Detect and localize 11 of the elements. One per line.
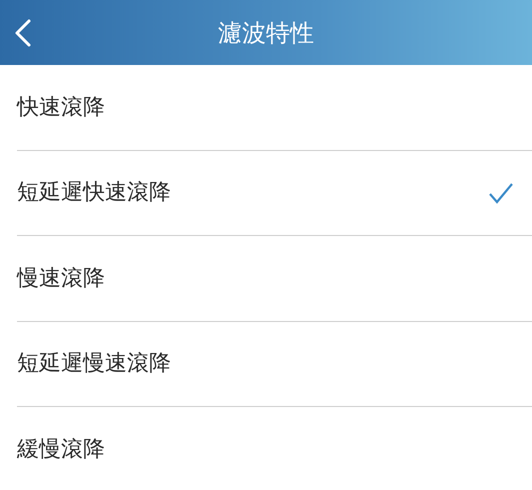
option-label: 慢速滾降 xyxy=(17,264,105,293)
option-row[interactable]: 短延遲慢速滾降 xyxy=(17,322,532,407)
option-row[interactable]: 短延遲快速滾降 xyxy=(17,150,532,236)
option-label: 緩慢滾降 xyxy=(17,436,105,464)
option-label: 快速滾降 xyxy=(17,94,105,122)
option-label: 短延遲慢速滾降 xyxy=(17,350,171,378)
option-row[interactable]: 慢速滾降 xyxy=(17,236,532,322)
option-row[interactable]: 快速滾降 xyxy=(17,65,532,150)
option-label: 短延遲快速滾降 xyxy=(17,179,171,208)
option-row[interactable]: 緩慢滾降 xyxy=(17,407,532,490)
screen-title: 濾波特性 xyxy=(218,18,314,48)
